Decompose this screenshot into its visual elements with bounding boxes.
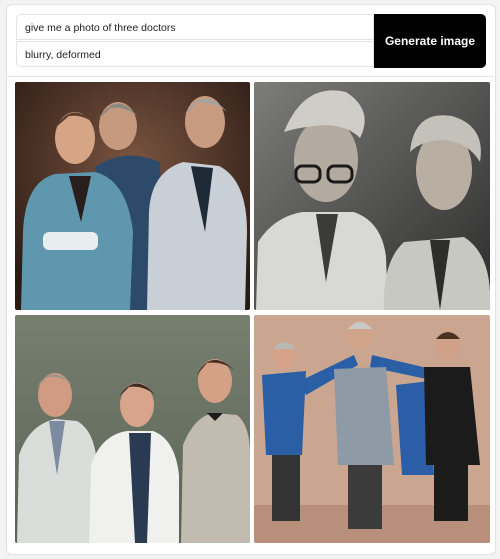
prompt-area: give me a photo of three doctors blurry,… bbox=[16, 14, 374, 68]
negative-prompt-input[interactable]: blurry, deformed bbox=[16, 41, 374, 67]
result-image-3[interactable] bbox=[15, 315, 250, 543]
result-image-1[interactable] bbox=[15, 82, 250, 310]
divider bbox=[6, 76, 494, 77]
generate-image-button[interactable]: Generate image bbox=[374, 14, 486, 68]
result-image-2[interactable] bbox=[254, 82, 490, 310]
prompt-input[interactable]: give me a photo of three doctors bbox=[16, 14, 374, 40]
result-image-4[interactable] bbox=[254, 315, 490, 543]
